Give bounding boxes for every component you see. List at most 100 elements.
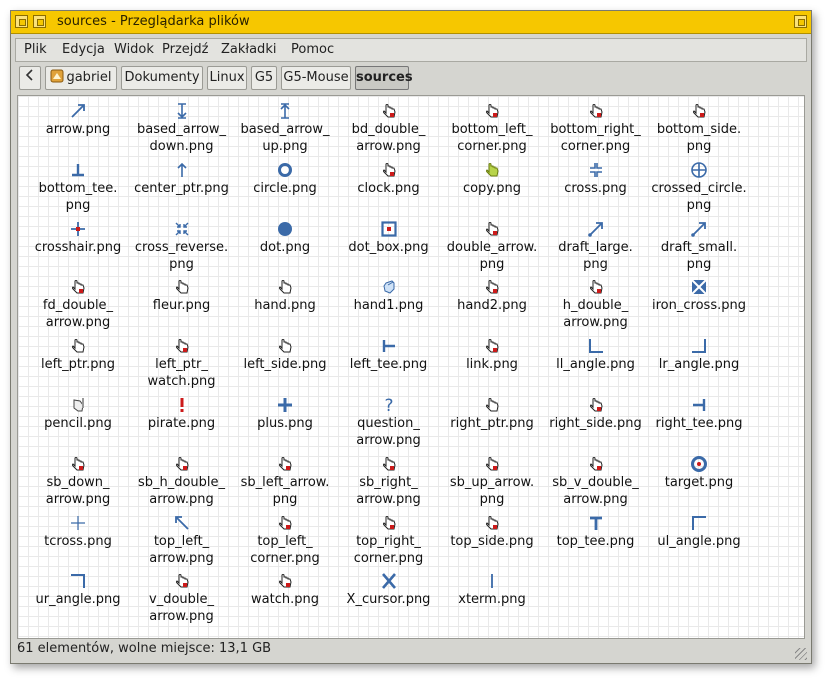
center-ptr-icon [176,162,187,177]
file-name: bottom_left_ corner.png [451,122,533,154]
file-item[interactable]: circle.png [233,160,337,197]
file-item[interactable]: based_arrow_ down.png [130,101,234,155]
crumb-g5[interactable]: G5 [251,66,277,90]
file-name: left_side.png [243,357,327,373]
file-item[interactable]: tcross.png [26,513,130,550]
file-icon-box [233,160,337,180]
icon-view[interactable]: arrow.png based_arrow_ down.png based_arro… [17,95,805,639]
crumb-sources[interactable]: sources [355,66,413,90]
file-item[interactable]: pirate.png [130,395,234,432]
file-item[interactable]: ll_angle.png [544,336,648,373]
file-item[interactable]: watch.png [233,571,337,608]
shade-icon[interactable] [33,15,46,28]
file-item[interactable]: arrow.png [26,101,130,138]
file-item[interactable]: draft_small. png [647,219,751,273]
file-item[interactable]: iron_cross.png [647,277,751,314]
file-item[interactable]: center_ptr.png [130,160,234,197]
file-item[interactable]: bottom_side. png [647,101,751,155]
file-item[interactable]: sb_left_arrow. png [233,454,337,508]
file-icon-box [26,454,130,474]
file-item[interactable]: clock.png [337,160,441,197]
file-item[interactable]: hand1.png [337,277,441,314]
file-item[interactable]: fd_double_ arrow.png [26,277,130,331]
resize-grip[interactable] [795,648,807,660]
menu-edycja[interactable]: Edycja [62,42,105,57]
file-item[interactable]: left_ptr.png [26,336,130,373]
file-name: dot_box.png [348,239,429,255]
file-item[interactable]: bottom_right_ corner.png [544,101,648,155]
file-item[interactable]: top_side.png [440,513,544,550]
file-item[interactable]: bottom_left_ corner.png [440,101,544,155]
file-item[interactable]: left_side.png [233,336,337,373]
file-icon-box [233,277,337,297]
file-item[interactable]: cross.png [544,160,648,197]
maximize-icon[interactable] [794,15,807,28]
menu-przejd[interactable]: Przejdź [162,42,208,57]
file-item[interactable]: sb_right_ arrow.png [337,454,441,508]
file-item[interactable]: sb_up_arrow. png [440,454,544,508]
menu-widok[interactable]: Widok [114,42,154,57]
status-bar: 61 elementów, wolne miejsce: 13,1 GB [17,641,272,656]
menu-pomoc[interactable]: Pomoc [291,42,334,57]
hand-cursor-icon [486,104,499,118]
file-item[interactable]: sb_h_double_ arrow.png [130,454,234,508]
file-item[interactable]: top_left_ arrow.png [130,513,234,567]
file-item[interactable]: xterm.png [440,571,544,608]
hand-cursor-icon [486,515,499,530]
crumb-g5-mouse[interactable]: G5-Mouse [281,66,351,90]
file-item[interactable]: double_arrow. png [440,219,544,273]
file-item[interactable]: left_ptr_ watch.png [130,336,234,390]
file-item[interactable]: sb_down_ arrow.png [26,454,130,508]
file-item[interactable]: target.png [647,454,751,491]
file-item[interactable]: fleur.png [130,277,234,314]
file-item[interactable]: right_tee.png [647,395,751,432]
file-item[interactable]: top_tee.png [544,513,648,550]
file-item[interactable]: right_ptr.png [440,395,544,432]
file-item[interactable]: top_right_ corner.png [337,513,441,567]
back-button[interactable] [19,66,41,90]
file-item[interactable]: draft_large. png [544,219,648,273]
title-bar[interactable]: sources - Przeglądarka plików [11,11,811,34]
file-item[interactable]: bd_double_ arrow.png [337,101,441,155]
file-item[interactable]: top_left_ corner.png [233,513,337,567]
file-item[interactable]: crossed_circle. png [647,160,751,214]
file-item[interactable]: ur_angle.png [26,571,130,608]
lr-angle-icon [692,339,706,354]
target-icon [691,455,707,472]
file-item[interactable]: hand2.png [440,277,544,314]
crumb-gabriel[interactable]: gabriel [45,66,117,90]
file-item[interactable]: copy.png [440,160,544,197]
file-item[interactable]: v_double_ arrow.png [130,571,234,625]
file-item[interactable]: X_cursor.png [337,571,441,608]
file-name: arrow.png [45,122,111,137]
file-name: based_arrow_ down.png [137,122,226,154]
file-item[interactable]: based_arrow_ up.png [233,101,337,155]
file-item[interactable]: hand.png [233,277,337,314]
file-item[interactable]: plus.png [233,395,337,432]
file-icon-box [233,571,337,591]
dot-box-icon [380,220,397,237]
file-item[interactable]: ul_angle.png [647,513,751,550]
file-item[interactable]: dot.png [233,219,337,256]
file-item[interactable]: crosshair.png [26,219,130,256]
file-item[interactable]: right_side.png [544,395,648,432]
menu-plik[interactable]: Plik [24,42,47,57]
crumb-dokumenty[interactable]: Dokumenty [121,66,203,90]
file-item[interactable]: link.png [440,336,544,373]
file-item[interactable]: pencil.png [26,395,130,432]
file-item[interactable]: lr_angle.png [647,336,751,373]
hand-cursor-icon [486,339,499,353]
crumb-linux[interactable]: Linux [207,66,247,90]
file-item[interactable]: bottom_tee. png [26,160,130,214]
file-item[interactable]: ? question_ arrow.png [337,395,441,449]
file-item[interactable]: sb_v_double_ arrow.png [544,454,648,508]
file-item[interactable]: left_tee.png [337,336,441,373]
file-icon-box [26,160,130,180]
file-item[interactable]: h_double_ arrow.png [544,277,648,331]
file-item[interactable]: cross_reverse. png [130,219,234,273]
hand-cursor-icon [589,456,603,471]
file-item[interactable]: dot_box.png [337,219,441,256]
window-menu-icon[interactable] [15,15,28,28]
menu-zakadki[interactable]: Zakładki [221,42,276,57]
file-name: top_right_ corner.png [353,533,424,566]
